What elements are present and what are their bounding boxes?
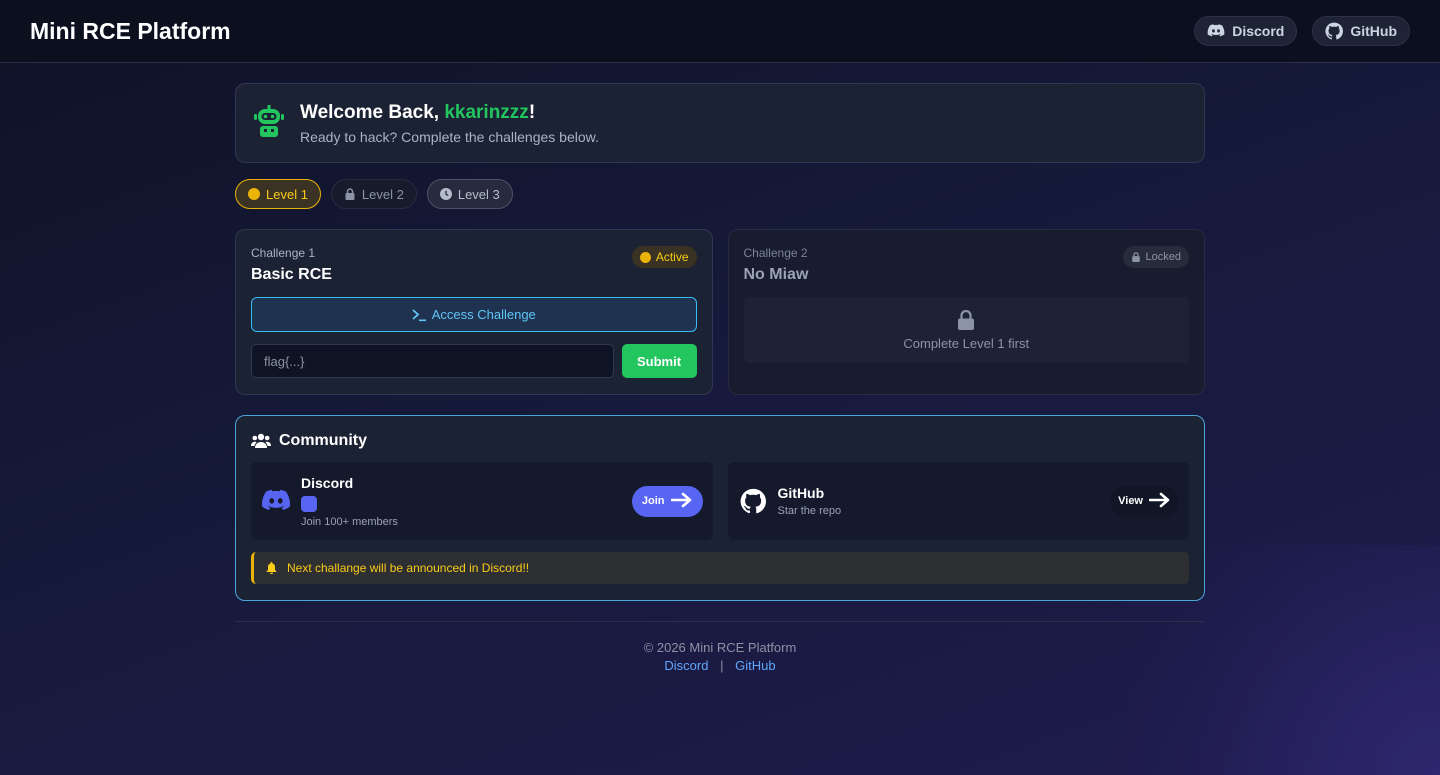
arrow-right-icon — [1148, 492, 1171, 511]
level-tabs: Level 1 Level 2 Level 3 — [235, 179, 1205, 209]
challenge-1-title: Basic RCE — [251, 266, 332, 283]
github-icon — [1325, 22, 1344, 40]
locked-badge: Locked — [1122, 246, 1189, 268]
welcome-subtitle: Ready to hack? Complete the challenges b… — [300, 128, 599, 145]
challenges-grid: Challenge 1 Basic RCE Active Access Chal… — [235, 229, 1205, 395]
announcement-notice: Next challange will be announced in Disc… — [251, 552, 1189, 584]
tab-level-3[interactable]: Level 3 — [426, 179, 513, 209]
tab-level-2-label: Level 2 — [361, 186, 404, 202]
active-badge: Active — [631, 246, 697, 268]
bell-icon — [266, 562, 277, 574]
github-card: GitHub Star the repo View — [727, 462, 1189, 540]
users-icon — [251, 433, 271, 448]
submit-flag-button[interactable]: Submit — [621, 344, 697, 378]
active-badge-label: Active — [655, 250, 689, 264]
flag-input[interactable] — [251, 344, 614, 378]
access-challenge-button[interactable]: Access Challenge — [251, 297, 697, 332]
access-challenge-label: Access Challenge — [431, 307, 536, 322]
header-actions: Discord GitHub — [1194, 16, 1410, 46]
lock-icon — [958, 309, 975, 330]
discord-card-title: Discord — [301, 474, 354, 491]
clock-icon — [439, 188, 452, 200]
community-title: Community — [279, 432, 367, 449]
discord-icon — [1207, 24, 1225, 37]
challenge-1-label: Challenge 1 — [251, 246, 316, 260]
welcome-panel: Welcome Back, kkarinzzz! Ready to hack? … — [235, 83, 1205, 163]
header-discord-button[interactable]: Discord — [1194, 16, 1298, 46]
view-github-button[interactable]: View — [1110, 485, 1179, 517]
copyright-text: © 2026 Mini RCE Platform — [643, 640, 797, 655]
flag-submit-row: Submit — [251, 344, 697, 378]
header-github-button[interactable]: GitHub — [1312, 16, 1410, 46]
main-container: Welcome Back, kkarinzzz! Ready to hack? … — [235, 83, 1205, 673]
active-dot-icon — [248, 188, 260, 200]
announcement-text: Next challange will be announced in Disc… — [287, 561, 530, 575]
brand-title: Mini RCE Platform — [30, 17, 231, 44]
discord-icon — [261, 486, 291, 516]
footer-separator: | — [720, 658, 724, 673]
locked-panel: Complete Level 1 first — [743, 297, 1189, 363]
welcome-suffix: ! — [528, 101, 536, 123]
username: kkarinzzz — [444, 101, 529, 123]
github-card-subtitle: Star the repo — [777, 505, 842, 517]
tab-level-3-label: Level 3 — [457, 186, 500, 202]
arrow-right-icon — [670, 492, 693, 511]
tab-level-2[interactable]: Level 2 — [330, 179, 417, 209]
discord-badge-icon — [301, 495, 317, 512]
header-github-label: GitHub — [1350, 23, 1397, 39]
join-discord-button[interactable]: Join — [631, 485, 703, 517]
welcome-title: Welcome Back, kkarinzzz! — [300, 102, 599, 124]
footer-discord-link[interactable]: Discord — [664, 658, 708, 673]
header-discord-label: Discord — [1232, 23, 1285, 39]
locked-message: Complete Level 1 first — [903, 335, 1030, 351]
locked-badge-label: Locked — [1145, 251, 1181, 263]
challenge-card-2: Challenge 2 No Miaw Locked Complete Leve… — [727, 229, 1205, 395]
view-github-label: View — [1118, 495, 1143, 507]
robot-icon — [254, 104, 284, 142]
challenge-card-1: Challenge 1 Basic RCE Active Access Chal… — [235, 229, 713, 395]
footer-links: Discord | GitHub — [235, 658, 1205, 673]
lock-icon — [345, 188, 355, 200]
discord-card: Discord Join 100+ members Join — [251, 462, 713, 540]
community-cards: Discord Join 100+ members Join GitHub St… — [251, 462, 1189, 540]
discord-card-subtitle: Join 100+ members — [301, 515, 398, 528]
terminal-icon — [412, 308, 426, 321]
active-dot-icon — [639, 251, 651, 263]
community-heading: Community — [251, 432, 1189, 450]
lock-icon — [1131, 252, 1140, 262]
footer-github-link[interactable]: GitHub — [735, 658, 775, 673]
welcome-prefix: Welcome Back, — [300, 101, 445, 123]
page-footer: © 2026 Mini RCE Platform Discord | GitHu… — [235, 621, 1205, 673]
tab-level-1[interactable]: Level 1 — [235, 179, 321, 209]
join-discord-label: Join — [641, 495, 665, 507]
github-icon — [738, 488, 768, 514]
community-panel: Community Discord Join 100+ members Join — [235, 415, 1205, 601]
tab-level-1-label: Level 1 — [266, 186, 308, 202]
challenge-2-title: No Miaw — [743, 266, 809, 283]
top-navbar: Mini RCE Platform Discord GitHub — [0, 0, 1440, 63]
github-card-title: GitHub — [777, 485, 825, 501]
